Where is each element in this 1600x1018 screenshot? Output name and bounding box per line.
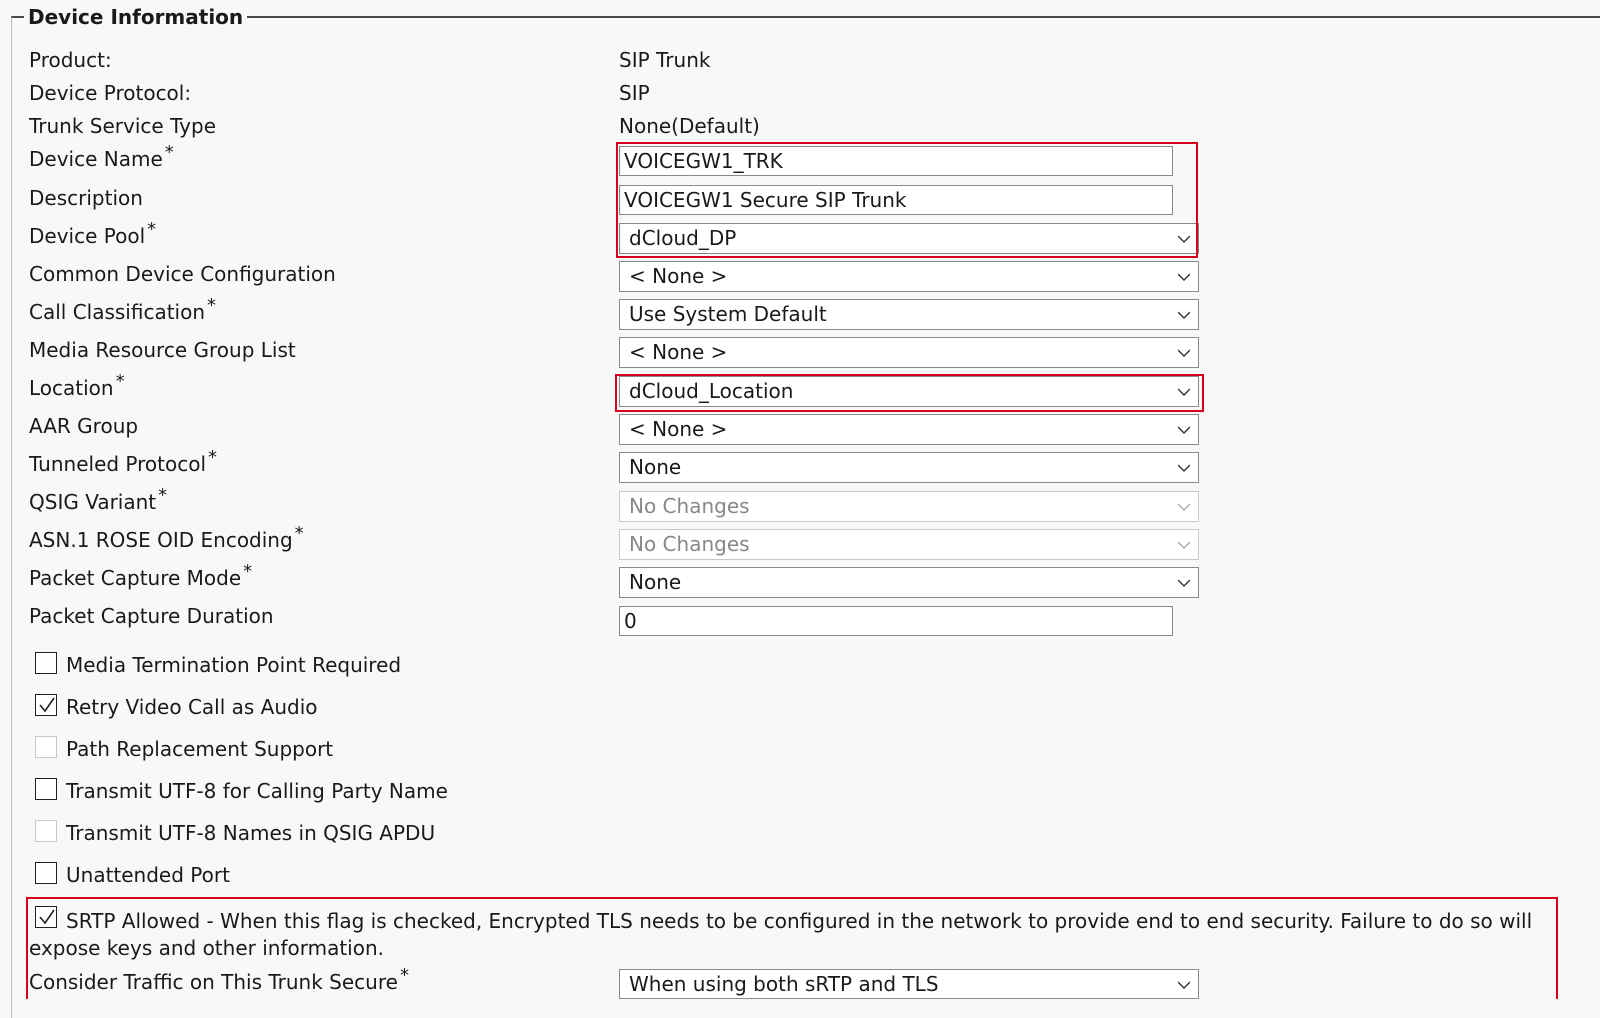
product-value: SIP Trunk: [619, 48, 711, 72]
chevron-down-icon: [1178, 462, 1190, 474]
section-legend: Device Information: [24, 5, 248, 29]
checkbox-box[interactable]: [35, 652, 57, 674]
required-marker: *: [243, 561, 253, 582]
chevron-down-icon: [1178, 309, 1190, 321]
required-marker: *: [158, 485, 168, 506]
description-label: Description: [29, 186, 143, 210]
call-classification-label: Call Classification *: [29, 295, 217, 324]
qsig-variant-select: No Changes: [619, 491, 1199, 522]
device-name-label: Device Name *: [29, 142, 174, 171]
tunneled-protocol-label: Tunneled Protocol *: [29, 447, 218, 476]
checkbox-box[interactable]: [35, 694, 57, 716]
call-classification-select[interactable]: Use System Default: [619, 299, 1199, 330]
asn1-rose-oid-encoding-select: No Changes: [619, 529, 1199, 560]
checkbox-label: Transmit UTF-8 Names in QSIG APDU: [66, 821, 436, 845]
highlight-box-location: [615, 374, 1204, 412]
location-label: Location *: [29, 371, 125, 400]
aar-group-select[interactable]: < None >: [619, 414, 1199, 445]
chevron-down-icon: [1178, 501, 1190, 513]
trunk-service-type-label: Trunk Service Type: [29, 114, 217, 138]
checkbox-label: Media Termination Point Required: [66, 653, 402, 677]
device-protocol-value: SIP: [619, 81, 650, 105]
highlight-box-device-fields: [616, 142, 1198, 258]
chevron-down-icon: [1178, 539, 1190, 551]
highlight-box-srtp: [26, 897, 1558, 999]
checkbox-label: Retry Video Call as Audio: [66, 695, 318, 719]
required-marker: *: [147, 219, 157, 240]
checkbox-box[interactable]: [35, 862, 57, 884]
chevron-down-icon: [1178, 347, 1190, 359]
trunk-service-type-value: None(Default): [619, 114, 760, 138]
packet-capture-mode-select[interactable]: None: [619, 567, 1199, 598]
qsig-variant-label: QSIG Variant *: [29, 485, 168, 514]
checkbox-label: Unattended Port: [66, 863, 230, 887]
required-marker: *: [207, 295, 217, 316]
chevron-down-icon: [1178, 424, 1190, 436]
common-device-configuration-select[interactable]: < None >: [619, 261, 1199, 292]
checkmark-icon: [39, 697, 55, 713]
checkbox-box[interactable]: [35, 778, 57, 800]
checkbox-label: Path Replacement Support: [66, 737, 334, 761]
packet-capture-duration-label: Packet Capture Duration: [29, 604, 274, 628]
chevron-down-icon: [1178, 271, 1190, 283]
device-protocol-label: Device Protocol:: [29, 81, 192, 105]
required-marker: *: [164, 142, 174, 163]
tunneled-protocol-select[interactable]: None: [619, 452, 1199, 483]
required-marker: *: [294, 523, 304, 544]
product-label: Product:: [29, 48, 112, 72]
media-resource-group-list-label: Media Resource Group List: [29, 338, 296, 362]
device-pool-label: Device Pool *: [29, 219, 157, 248]
media-resource-group-list-select[interactable]: < None >: [619, 337, 1199, 368]
required-marker: *: [115, 371, 125, 392]
packet-capture-mode-label: Packet Capture Mode *: [29, 561, 253, 590]
asn1-rose-oid-encoding-label: ASN.1 ROSE OID Encoding *: [29, 523, 304, 552]
checkbox-box: [35, 820, 57, 842]
chevron-down-icon: [1178, 577, 1190, 589]
required-marker: *: [208, 447, 218, 468]
packet-capture-duration-input[interactable]: 0: [619, 606, 1173, 636]
aar-group-label: AAR Group: [29, 414, 139, 438]
checkbox-label: Transmit UTF-8 for Calling Party Name: [66, 779, 448, 803]
checkbox-box: [35, 736, 57, 758]
common-device-configuration-label: Common Device Configuration: [29, 262, 336, 286]
